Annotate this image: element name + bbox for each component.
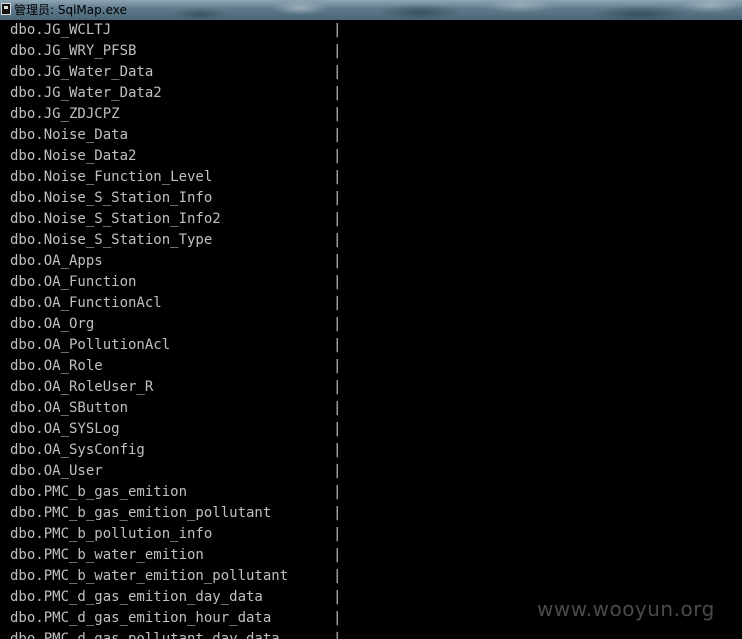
table-name: dbo.PMC_b_water_emition (10, 547, 204, 563)
table-name-row: dbo.PMC_b_gas_emition_pollutant | (0, 503, 742, 524)
table-name: dbo.OA_RoleUser_R (10, 379, 154, 395)
table-name-row: dbo.OA_Role | (0, 356, 742, 377)
column-separator: | (333, 463, 342, 479)
table-name-row: dbo.OA_User | (0, 461, 742, 482)
table-name-row: dbo.PMC_b_water_emition_pollutant | (0, 566, 742, 587)
table-name: dbo.OA_PollutionAcl (10, 337, 171, 353)
column-separator: | (333, 610, 342, 626)
table-name-row: dbo.OA_PollutionAcl | (0, 335, 742, 356)
column-separator: | (333, 421, 342, 437)
column-separator: | (333, 358, 342, 374)
table-name-row: dbo.Noise_S_Station_Info | (0, 188, 742, 209)
console-window: 管理员: SqlMap.exe dbo.JG_WCLTJ | dbo.JG_WRY_… (0, 0, 742, 639)
column-separator: | (333, 127, 342, 143)
column-separator: | (333, 253, 342, 269)
table-name: dbo.OA_SysConfig (10, 442, 145, 458)
table-name: dbo.OA_User (10, 463, 103, 479)
column-separator: | (333, 337, 342, 353)
console-app-icon[interactable] (1, 3, 11, 15)
column-separator: | (333, 484, 342, 500)
column-separator: | (333, 400, 342, 416)
table-name: dbo.OA_SYSLog (10, 421, 120, 437)
table-name-row: dbo.Noise_S_Station_Type | (0, 230, 742, 251)
table-name: dbo.PMC_d_gas_emition_hour_data (10, 610, 272, 626)
table-name: dbo.OA_Role (10, 358, 103, 374)
watermark: www.wooyun.org (537, 597, 715, 621)
title-bar[interactable]: 管理员: SqlMap.exe (0, 0, 742, 20)
table-name: dbo.PMC_d_gas_pollutant_day_data (10, 631, 280, 639)
column-separator: | (333, 169, 342, 185)
table-name-row: dbo.PMC_d_gas_pollutant_day_data | (0, 629, 742, 639)
table-name-row: dbo.OA_Apps | (0, 251, 742, 272)
table-name-row: dbo.JG_ZDJCPZ | (0, 104, 742, 125)
table-name: dbo.JG_Water_Data2 (10, 85, 162, 101)
table-name: dbo.OA_Apps (10, 253, 103, 269)
table-name: dbo.JG_WRY_PFSB (10, 43, 137, 59)
table-name: dbo.Noise_S_Station_Info2 (10, 211, 221, 227)
column-separator: | (333, 568, 342, 584)
table-name: dbo.JG_ZDJCPZ (10, 106, 120, 122)
column-separator: | (333, 295, 342, 311)
table-name-row: dbo.JG_Water_Data2 | (0, 83, 742, 104)
table-name-row: dbo.Noise_Data | (0, 125, 742, 146)
column-separator: | (333, 274, 342, 290)
column-separator: | (333, 64, 342, 80)
table-name-row: dbo.JG_WCLTJ | (0, 20, 742, 41)
column-separator: | (333, 505, 342, 521)
table-name-row: dbo.PMC_b_pollution_info | (0, 524, 742, 545)
column-separator: | (333, 43, 342, 59)
column-separator: | (333, 631, 342, 639)
table-name-row: dbo.JG_WRY_PFSB | (0, 41, 742, 62)
column-separator: | (333, 22, 342, 38)
table-name-row: dbo.OA_SYSLog | (0, 419, 742, 440)
table-name-row: dbo.OA_RoleUser_R | (0, 377, 742, 398)
table-name-row: dbo.OA_SButton | (0, 398, 742, 419)
table-name: dbo.Noise_Data2 (10, 148, 137, 164)
column-separator: | (333, 316, 342, 332)
table-name: dbo.PMC_b_gas_emition_pollutant (10, 505, 272, 521)
column-separator: | (333, 547, 342, 563)
table-name-row: dbo.OA_Org | (0, 314, 742, 335)
table-name: dbo.PMC_b_gas_emition (10, 484, 188, 500)
column-separator: | (333, 190, 342, 206)
column-separator: | (333, 589, 342, 605)
table-name: dbo.Noise_S_Station_Info (10, 190, 213, 206)
window-title: 管理员: SqlMap.exe (14, 3, 127, 17)
table-name: dbo.PMC_b_water_emition_pollutant (10, 568, 289, 584)
column-separator: | (333, 85, 342, 101)
table-name: dbo.JG_WCLTJ (10, 22, 112, 38)
table-name-row: dbo.JG_Water_Data | (0, 62, 742, 83)
table-name: dbo.Noise_Data (10, 127, 129, 143)
table-name: dbo.OA_FunctionAcl (10, 295, 162, 311)
column-separator: | (333, 526, 342, 542)
table-name: dbo.Noise_S_Station_Type (10, 232, 213, 248)
table-name-row: dbo.PMC_b_water_emition | (0, 545, 742, 566)
table-name-row: dbo.OA_Function | (0, 272, 742, 293)
table-name-row: dbo.OA_SysConfig | (0, 440, 742, 461)
table-name-row: dbo.PMC_b_gas_emition | (0, 482, 742, 503)
column-separator: | (333, 232, 342, 248)
column-separator: | (333, 442, 342, 458)
table-name-row: dbo.Noise_Function_Level | (0, 167, 742, 188)
table-name: dbo.JG_Water_Data (10, 64, 154, 80)
table-name-row: dbo.OA_FunctionAcl | (0, 293, 742, 314)
table-name-row: dbo.Noise_Data2 | (0, 146, 742, 167)
console-output[interactable]: dbo.JG_WCLTJ | dbo.JG_WRY_PFSB | dbo.JG_Wate… (0, 20, 742, 639)
column-separator: | (333, 106, 342, 122)
table-name: dbo.PMC_b_pollution_info (10, 526, 213, 542)
table-name: dbo.OA_Function (10, 274, 137, 290)
column-separator: | (333, 379, 342, 395)
column-separator: | (333, 211, 342, 227)
column-separator: | (333, 148, 342, 164)
table-name: dbo.Noise_Function_Level (10, 169, 213, 185)
table-name: dbo.PMC_d_gas_emition_day_data (10, 589, 263, 605)
table-name: dbo.OA_Org (10, 316, 95, 332)
table-name: dbo.OA_SButton (10, 400, 129, 416)
table-name-row: dbo.Noise_S_Station_Info2 | (0, 209, 742, 230)
